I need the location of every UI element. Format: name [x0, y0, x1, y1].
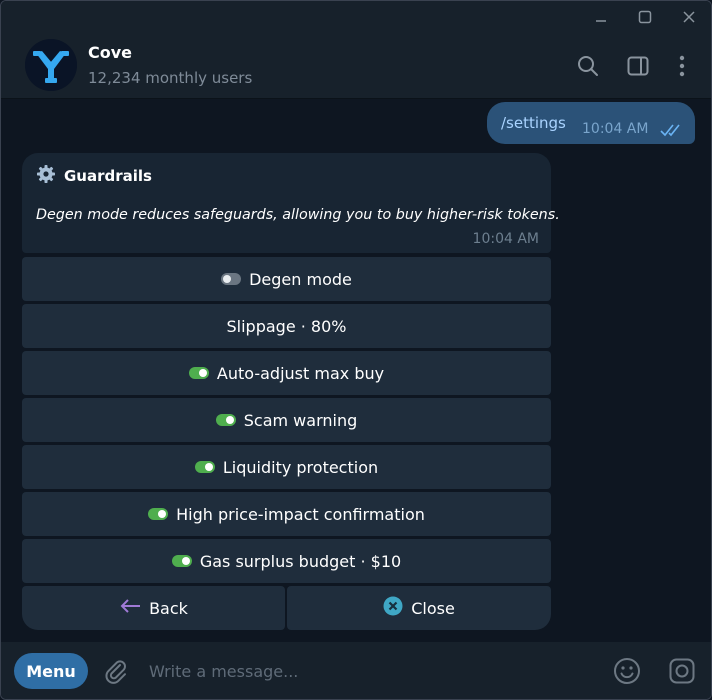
scam-warning-button[interactable]: Scam warning — [22, 398, 551, 442]
message-body: Degen mode reduces safeguards, allowing … — [36, 207, 560, 223]
composer-bar: Menu — [1, 642, 711, 699]
message-title-text: Guardrails — [64, 167, 152, 185]
button-label: High price-impact confirmation — [176, 504, 425, 524]
button-label: Auto-adjust max buy — [216, 363, 385, 383]
arrow-left-icon — [119, 598, 141, 618]
more-vertical-icon[interactable] — [669, 53, 695, 79]
message-list: /settings 10:04 AM Guardrails Degen mode… — [1, 99, 711, 642]
outgoing-message-text: /settings — [501, 114, 566, 132]
message-time: 10:04 AM — [472, 231, 539, 247]
button-label: Gas surplus budget · $10 — [199, 551, 402, 571]
auto-adjust-max-buy-button[interactable]: Auto-adjust max buy — [22, 351, 551, 395]
title-bar — [1, 1, 711, 33]
camera-icon[interactable] — [667, 656, 697, 686]
button-label: Slippage · 80% — [226, 316, 347, 336]
emoji-icon[interactable] — [612, 656, 642, 686]
message-input[interactable] — [149, 657, 589, 685]
toggle-off-icon — [221, 273, 242, 285]
back-button[interactable]: Back — [22, 586, 285, 630]
close-icon[interactable] — [677, 7, 701, 27]
back-label: Back — [149, 598, 188, 618]
toggle-on-icon — [194, 461, 215, 473]
outgoing-message-time: 10:04 AM — [582, 121, 649, 137]
menu-button[interactable]: Menu — [14, 653, 88, 689]
toggle-on-icon — [215, 414, 236, 426]
gas-surplus-budget-button[interactable]: Gas surplus budget · $10 — [22, 539, 551, 583]
toggle-on-icon — [148, 508, 169, 520]
close-circle-icon — [383, 596, 403, 620]
maximize-icon[interactable] — [633, 7, 657, 27]
telegram-window: Cove 12,234 monthly users /settings 10:0… — [0, 0, 712, 700]
minimize-icon[interactable] — [589, 7, 613, 27]
price-impact-confirmation-button[interactable]: High price-impact confirmation — [22, 492, 551, 536]
double-check-icon — [660, 122, 684, 141]
button-label: Degen mode — [249, 269, 352, 289]
outgoing-message[interactable]: /settings 10:04 AM — [487, 102, 695, 144]
sidebar-toggle-icon[interactable] — [625, 53, 651, 79]
gear-icon — [36, 164, 56, 188]
degen-mode-button[interactable]: Degen mode — [22, 257, 551, 301]
button-label: Scam warning — [243, 410, 358, 430]
chat-subtitle: 12,234 monthly users — [88, 69, 253, 87]
liquidity-protection-button[interactable]: Liquidity protection — [22, 445, 551, 489]
cove-logo-icon — [25, 39, 77, 91]
incoming-message: Guardrails Degen mode reduces safeguards… — [22, 153, 560, 253]
paperclip-icon[interactable] — [101, 656, 131, 686]
close-button[interactable]: Close — [287, 586, 551, 630]
message-title: Guardrails — [36, 164, 152, 188]
search-icon[interactable] — [575, 53, 601, 79]
chat-header: Cove 12,234 monthly users — [1, 33, 711, 99]
avatar[interactable] — [25, 39, 77, 91]
chat-title[interactable]: Cove — [88, 43, 132, 62]
button-label: Liquidity protection — [222, 457, 379, 477]
toggle-on-icon — [171, 555, 192, 567]
toggle-on-icon — [188, 367, 209, 379]
slippage-button[interactable]: Slippage · 80% — [22, 304, 551, 348]
close-label: Close — [411, 598, 455, 618]
